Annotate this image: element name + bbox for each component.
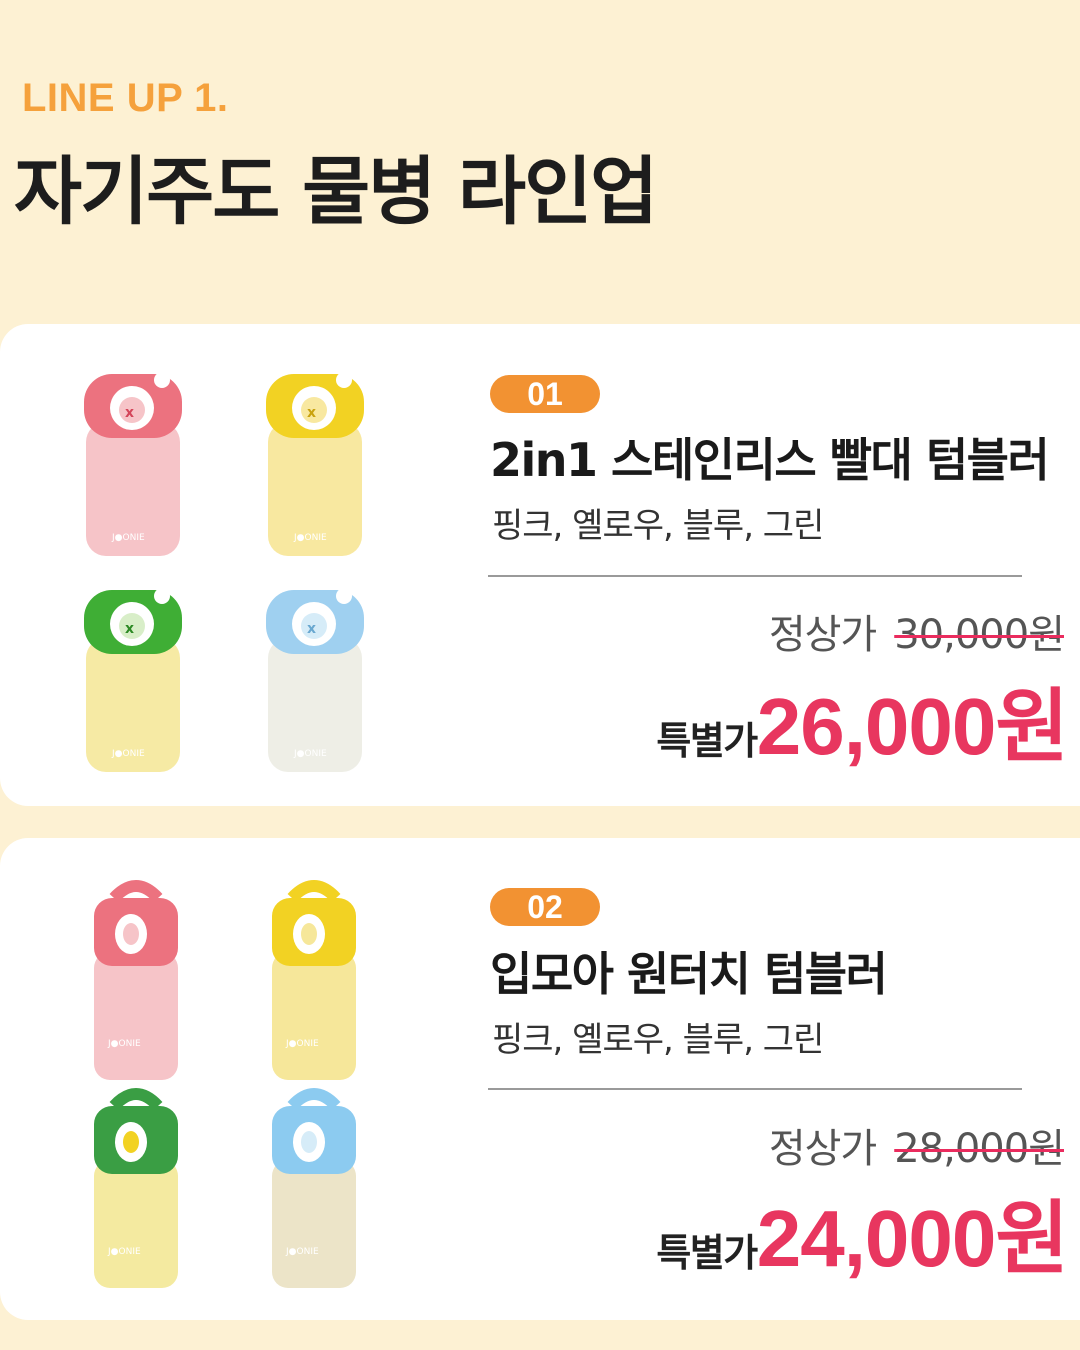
one-touch-tumbler-green-image: J●ONIE bbox=[86, 1084, 186, 1298]
svg-text:J●ONIE: J●ONIE bbox=[293, 533, 327, 543]
special-price-label: 특별가 bbox=[656, 1231, 758, 1275]
product-color-options: 핑크, 옐로우, 블루, 그린 bbox=[492, 506, 824, 546]
svg-text:J●ONIE: J●ONIE bbox=[293, 749, 327, 759]
eyebrow-label: LINE UP 1. bbox=[22, 76, 229, 120]
regular-price: 30,000원 bbox=[894, 612, 1065, 658]
svg-text:J●ONIE: J●ONIE bbox=[111, 533, 145, 543]
one-touch-tumbler-yellow-image: J●ONIE bbox=[264, 876, 364, 1090]
svg-text:x: x bbox=[125, 405, 134, 421]
svg-text:J●ONIE: J●ONIE bbox=[107, 1247, 141, 1257]
product-name: 2in1 스테인리스 빨대 텀블러 bbox=[490, 433, 1050, 487]
divider bbox=[488, 575, 1022, 577]
straw-tumbler-blue-image: x J●ONIE bbox=[262, 580, 372, 784]
svg-text:x: x bbox=[307, 621, 316, 637]
straw-tumbler-yellow-image: x J●ONIE bbox=[262, 364, 372, 568]
svg-text:J●ONIE: J●ONIE bbox=[285, 1039, 319, 1049]
svg-text:J●ONIE: J●ONIE bbox=[285, 1247, 319, 1257]
regular-price-label: 정상가 bbox=[768, 612, 877, 658]
one-touch-tumbler-blue-image: J●ONIE bbox=[264, 1084, 364, 1298]
product-name: 입모아 원터치 텀블러 bbox=[490, 947, 888, 1001]
product-number-badge: 02 bbox=[490, 888, 600, 926]
one-touch-tumbler-pink-image: J●ONIE bbox=[86, 876, 186, 1090]
straw-tumbler-pink-image: x J●ONIE bbox=[80, 364, 190, 568]
regular-price: 28,000원 bbox=[894, 1126, 1065, 1172]
page-title: 자기주도 물병 라인업 bbox=[14, 149, 658, 235]
product-color-options: 핑크, 옐로우, 블루, 그린 bbox=[492, 1020, 824, 1060]
regular-price-label: 정상가 bbox=[768, 1126, 877, 1172]
svg-text:J●ONIE: J●ONIE bbox=[111, 749, 145, 759]
product-card-2[interactable]: J●ONIE J●ONIE J●ONIE J●ONIE 02 입모아 원터치 텀… bbox=[0, 838, 1080, 1320]
special-price: 26,000원 bbox=[756, 682, 1069, 771]
svg-text:x: x bbox=[125, 621, 134, 637]
divider bbox=[488, 1088, 1022, 1090]
straw-tumbler-green-image: x J●ONIE bbox=[80, 580, 190, 784]
special-price-row: 특별가24,000원 bbox=[448, 1174, 1069, 1290]
regular-price-row: 정상가 30,000원 bbox=[464, 602, 1065, 660]
product-card-1[interactable]: x J●ONIE x J●ONIE x J●ONIE x J●ONIE 01 2… bbox=[0, 324, 1080, 806]
special-price-row: 특별가26,000원 bbox=[448, 662, 1069, 778]
svg-text:J●ONIE: J●ONIE bbox=[107, 1039, 141, 1049]
product-number-badge: 01 bbox=[490, 375, 600, 413]
regular-price-row: 정상가 28,000원 bbox=[464, 1116, 1065, 1174]
special-price-label: 특별가 bbox=[656, 719, 758, 763]
svg-text:x: x bbox=[307, 405, 316, 421]
special-price: 24,000원 bbox=[756, 1194, 1069, 1283]
